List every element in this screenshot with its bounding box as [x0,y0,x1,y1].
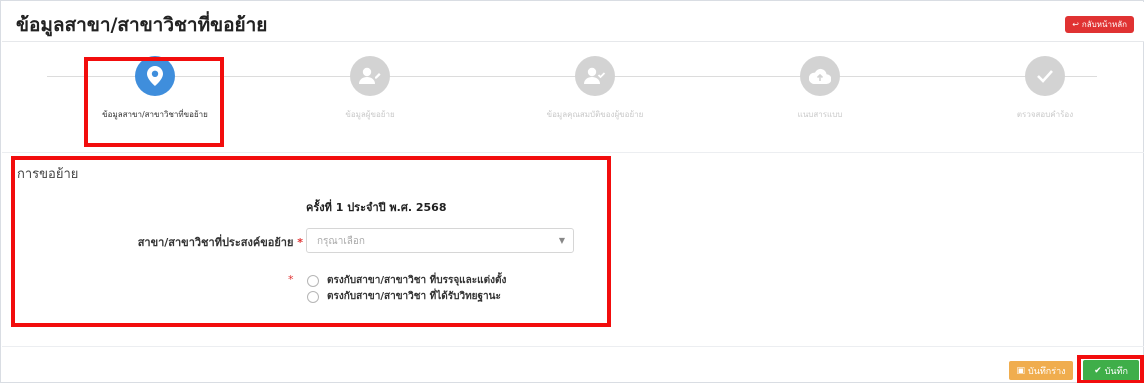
step-review-request[interactable]: ตรวจสอบคำร้อง [955,56,1135,121]
step-label: ตรวจสอบคำร้อง [1016,110,1074,119]
draft-button-label: บันทึกร่าง [1027,366,1066,377]
step-qualification-info[interactable]: ข้อมูลคุณสมบัติของผู้ขอย้าย [505,56,685,121]
highlight-box-save [1077,355,1144,383]
back-to-home-button[interactable]: ↩ กลับหน้าหลัก [1065,16,1134,33]
footer-divider [2,346,1144,347]
page-title: ข้อมูลสาขา/สาขาวิชาที่ขอย้าย [16,14,268,36]
page-header: ข้อมูลสาขา/สาขาวิชาที่ขอย้าย ↩ กลับหน้าห… [2,2,1144,42]
user-check-icon [575,56,615,96]
arrow-return-icon: ↩ [1072,20,1079,29]
highlight-box-step [84,57,224,147]
step-attach-documents[interactable]: แนบสารแบบ [730,56,910,121]
step-label: แนบสารแบบ [797,110,843,119]
save-icon: ▣ [1016,365,1025,376]
step-applicant-info[interactable]: ข้อมูลผู้ขอย้าย [280,56,460,121]
page-panel: ข้อมูลสาขา/สาขาวิชาที่ขอย้าย ↩ กลับหน้าห… [0,0,1144,383]
step-label: ข้อมูลผู้ขอย้าย [345,110,395,119]
highlight-box-form [11,156,611,327]
back-button-label: กลับหน้าหลัก [1081,20,1127,29]
save-draft-button[interactable]: ▣ บันทึกร่าง [1009,361,1073,380]
check-icon [1025,56,1065,96]
user-edit-icon [350,56,390,96]
step-label: ข้อมูลคุณสมบัติของผู้ขอย้าย [546,110,644,119]
cloud-upload-icon [800,56,840,96]
